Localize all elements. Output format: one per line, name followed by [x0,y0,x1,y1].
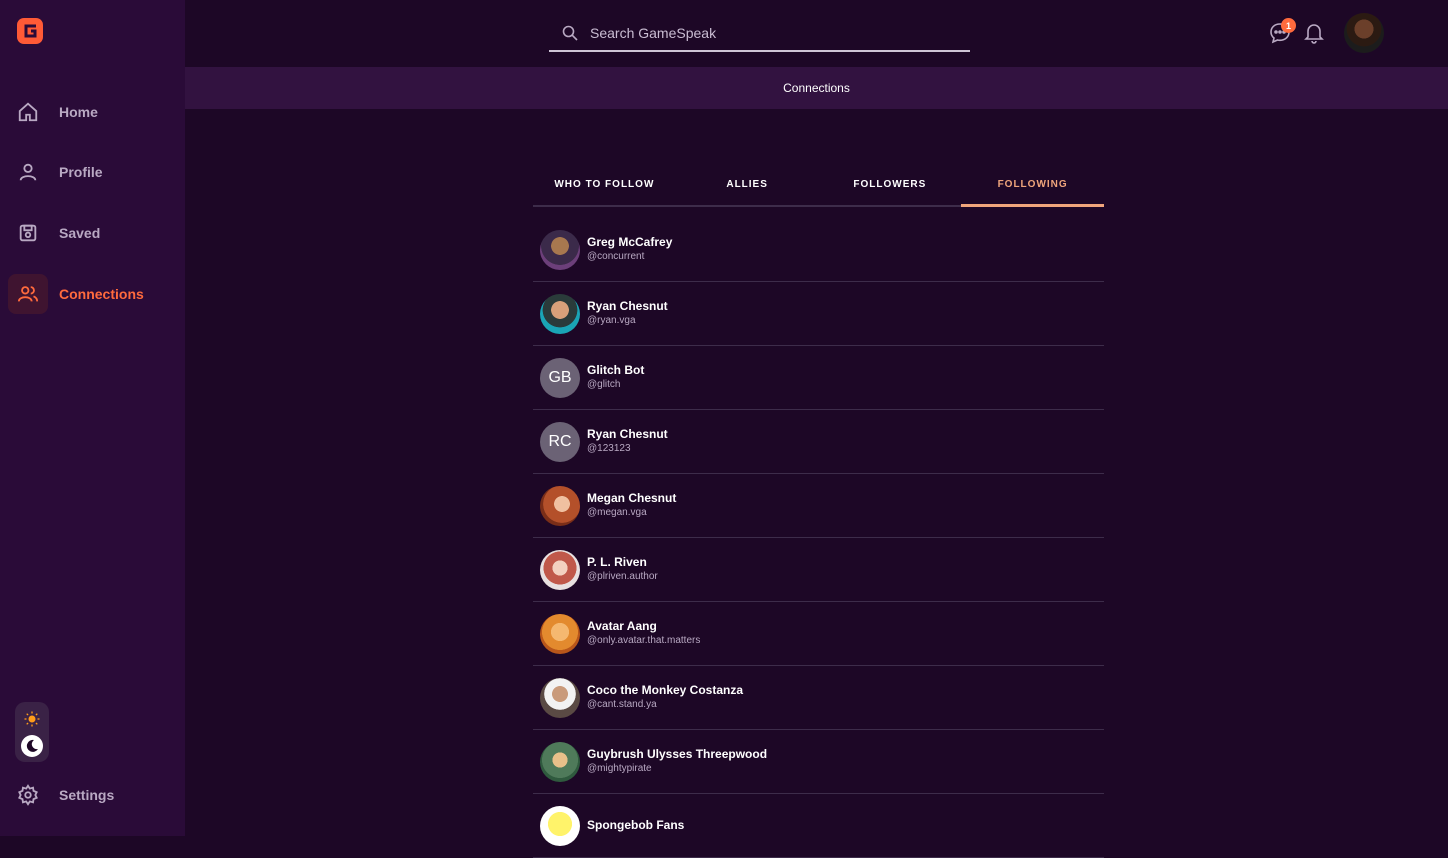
sidebar-item-saved[interactable]: Saved [8,213,176,253]
user-name: Megan Chesnut [587,491,677,505]
user-handle: @123123 [587,443,631,454]
following-list: Greg McCafrey @concurrent Ryan Chesnut @ry… [533,218,1104,858]
user-name: Greg McCafrey [587,235,673,249]
avatar [540,613,580,654]
people-icon [8,274,48,314]
avatar [540,549,580,590]
page-header: Connections [185,67,1448,109]
avatar [540,293,580,334]
user-name: Coco the Monkey Costanza [587,683,744,697]
list-item[interactable]: RC Ryan Chesnut @123123 [533,410,1104,474]
user-handle: @plriven.author [587,571,658,582]
person-icon [8,152,48,192]
avatar [540,485,580,526]
avatar: GB [540,357,580,398]
list-item[interactable]: P. L. Riven @plriven.author [533,538,1104,602]
avatar [540,805,580,846]
user-name: Guybrush Ulysses Threepwood [587,747,768,761]
settings-label: Settings [59,787,115,803]
user-handle: @only.avatar.that.matters [587,635,701,646]
theme-toggle[interactable] [15,702,49,762]
user-name: Spongebob Fans [587,818,685,832]
avatar [540,229,580,270]
user-name: Avatar Aang [587,619,657,633]
list-item[interactable]: Megan Chesnut @megan.vga [533,474,1104,538]
search-bar[interactable] [549,16,970,52]
list-item[interactable]: Greg McCafrey @concurrent [533,218,1104,282]
list-item[interactable]: Guybrush Ulysses Threepwood @mightypirate [533,730,1104,794]
notification-badge: 1 [1281,18,1296,33]
search-input[interactable] [588,24,952,42]
connection-tabs: WHO TO FOLLOW ALLIES FOLLOWERS FOLLOWING [533,163,1104,207]
user-name: Glitch Bot [587,363,645,377]
sun-icon[interactable] [24,711,40,727]
user-name: P. L. Riven [587,555,647,569]
tab-who-to-follow[interactable]: WHO TO FOLLOW [533,163,676,205]
avatar [540,677,580,718]
list-item[interactable]: Avatar Aang @only.avatar.that.matters [533,602,1104,666]
list-item[interactable]: Ryan Chesnut @ryan.vga [533,282,1104,346]
list-item[interactable]: GB Glitch Bot @glitch [533,346,1104,410]
bell-icon[interactable] [1304,22,1324,44]
gamespeak-logo[interactable] [16,17,44,45]
list-item[interactable]: Spongebob Fans [533,794,1104,858]
list-item[interactable]: Coco the Monkey Costanza @cant.stand.ya [533,666,1104,730]
home-icon [8,92,48,132]
avatar[interactable] [1344,13,1384,53]
user-name: Ryan Chesnut [587,299,668,313]
user-handle: @concurrent [587,251,645,262]
save-icon [8,213,48,253]
sidebar-item-settings[interactable]: Settings [8,775,176,815]
moon-icon[interactable] [21,735,43,757]
user-handle: @ryan.vga [587,315,636,326]
tab-following[interactable]: FOLLOWING [961,163,1104,207]
sidebar-item-home[interactable]: Home [8,92,176,132]
tab-allies[interactable]: ALLIES [676,163,819,205]
sidebar-item-label: Profile [59,164,103,180]
sidebar-item-label: Saved [59,225,101,241]
user-handle: @megan.vga [587,507,647,518]
avatar: RC [540,421,580,462]
user-handle: @glitch [587,379,621,390]
page-title: Connections [783,81,850,95]
sidebar-item-profile[interactable]: Profile [8,152,176,192]
tab-followers[interactable]: FOLLOWERS [819,163,962,205]
user-handle: @mightypirate [587,763,652,774]
sidebar: Home Profile Saved Connections Settings [0,0,185,836]
gear-icon [8,775,48,815]
search-icon [562,25,578,41]
sidebar-item-label: Connections [59,286,144,302]
user-name: Ryan Chesnut [587,427,668,441]
sidebar-item-connections[interactable]: Connections [8,274,176,314]
avatar [540,741,580,782]
user-handle: @cant.stand.ya [587,699,657,710]
sidebar-item-label: Home [59,104,98,120]
